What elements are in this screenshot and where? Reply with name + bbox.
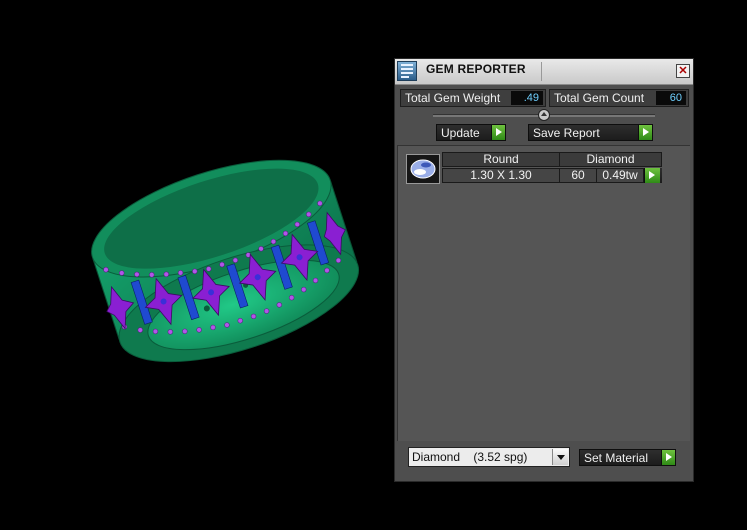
gem-list-area: Round Diamond 1.30 X 1.30 60 0.49tw xyxy=(397,145,690,442)
3d-viewport[interactable] xyxy=(0,0,390,530)
gem-weight-cell: 0.49tw xyxy=(596,168,644,183)
play-arrow-icon xyxy=(661,450,675,465)
gem-count-cell: 60 xyxy=(559,168,597,183)
gem-size-cell: 1.30 X 1.30 xyxy=(442,168,560,183)
gem-row-go-button[interactable] xyxy=(644,168,662,183)
total-gem-weight-box: Total Gem Weight .49 xyxy=(400,89,546,107)
size-slider-thumb[interactable] xyxy=(538,109,550,121)
title-divider xyxy=(541,62,542,81)
gem-reporter-panel: GEM REPORTER ✕ Total Gem Weight .49 Tota… xyxy=(394,58,694,482)
panel-title: GEM REPORTER xyxy=(426,62,526,76)
set-material-button-label: Set Material xyxy=(584,451,649,465)
material-column-header: Diamond xyxy=(559,152,662,167)
chevron-down-icon[interactable] xyxy=(552,449,568,465)
save-report-button-label: Save Report xyxy=(533,126,600,140)
material-dropdown[interactable]: Diamond (3.52 spg) xyxy=(408,447,570,467)
total-gem-count-value: 60 xyxy=(656,91,686,105)
total-gem-count-label: Total Gem Count xyxy=(554,91,645,105)
ring-model xyxy=(91,159,360,363)
update-button-label: Update xyxy=(441,126,480,140)
save-report-button[interactable]: Save Report xyxy=(528,124,653,141)
total-gem-weight-label: Total Gem Weight xyxy=(405,91,501,105)
total-gem-count-box: Total Gem Count 60 xyxy=(549,89,689,107)
set-material-button[interactable]: Set Material xyxy=(579,449,676,466)
play-arrow-icon xyxy=(491,125,505,140)
gem-reporter-app-icon xyxy=(397,61,417,81)
play-arrow-icon xyxy=(638,125,652,140)
material-dropdown-value: Diamond (3.52 spg) xyxy=(412,450,528,464)
round-gem-icon[interactable] xyxy=(406,154,440,184)
panel-titlebar[interactable]: GEM REPORTER ✕ xyxy=(395,59,693,85)
total-gem-weight-value: .49 xyxy=(511,91,543,105)
shape-column-header: Round xyxy=(442,152,560,167)
update-button[interactable]: Update xyxy=(436,124,506,141)
play-arrow-icon xyxy=(644,168,660,183)
close-icon[interactable]: ✕ xyxy=(676,64,690,78)
material-bar: Diamond (3.52 spg) Set Material xyxy=(395,441,693,481)
